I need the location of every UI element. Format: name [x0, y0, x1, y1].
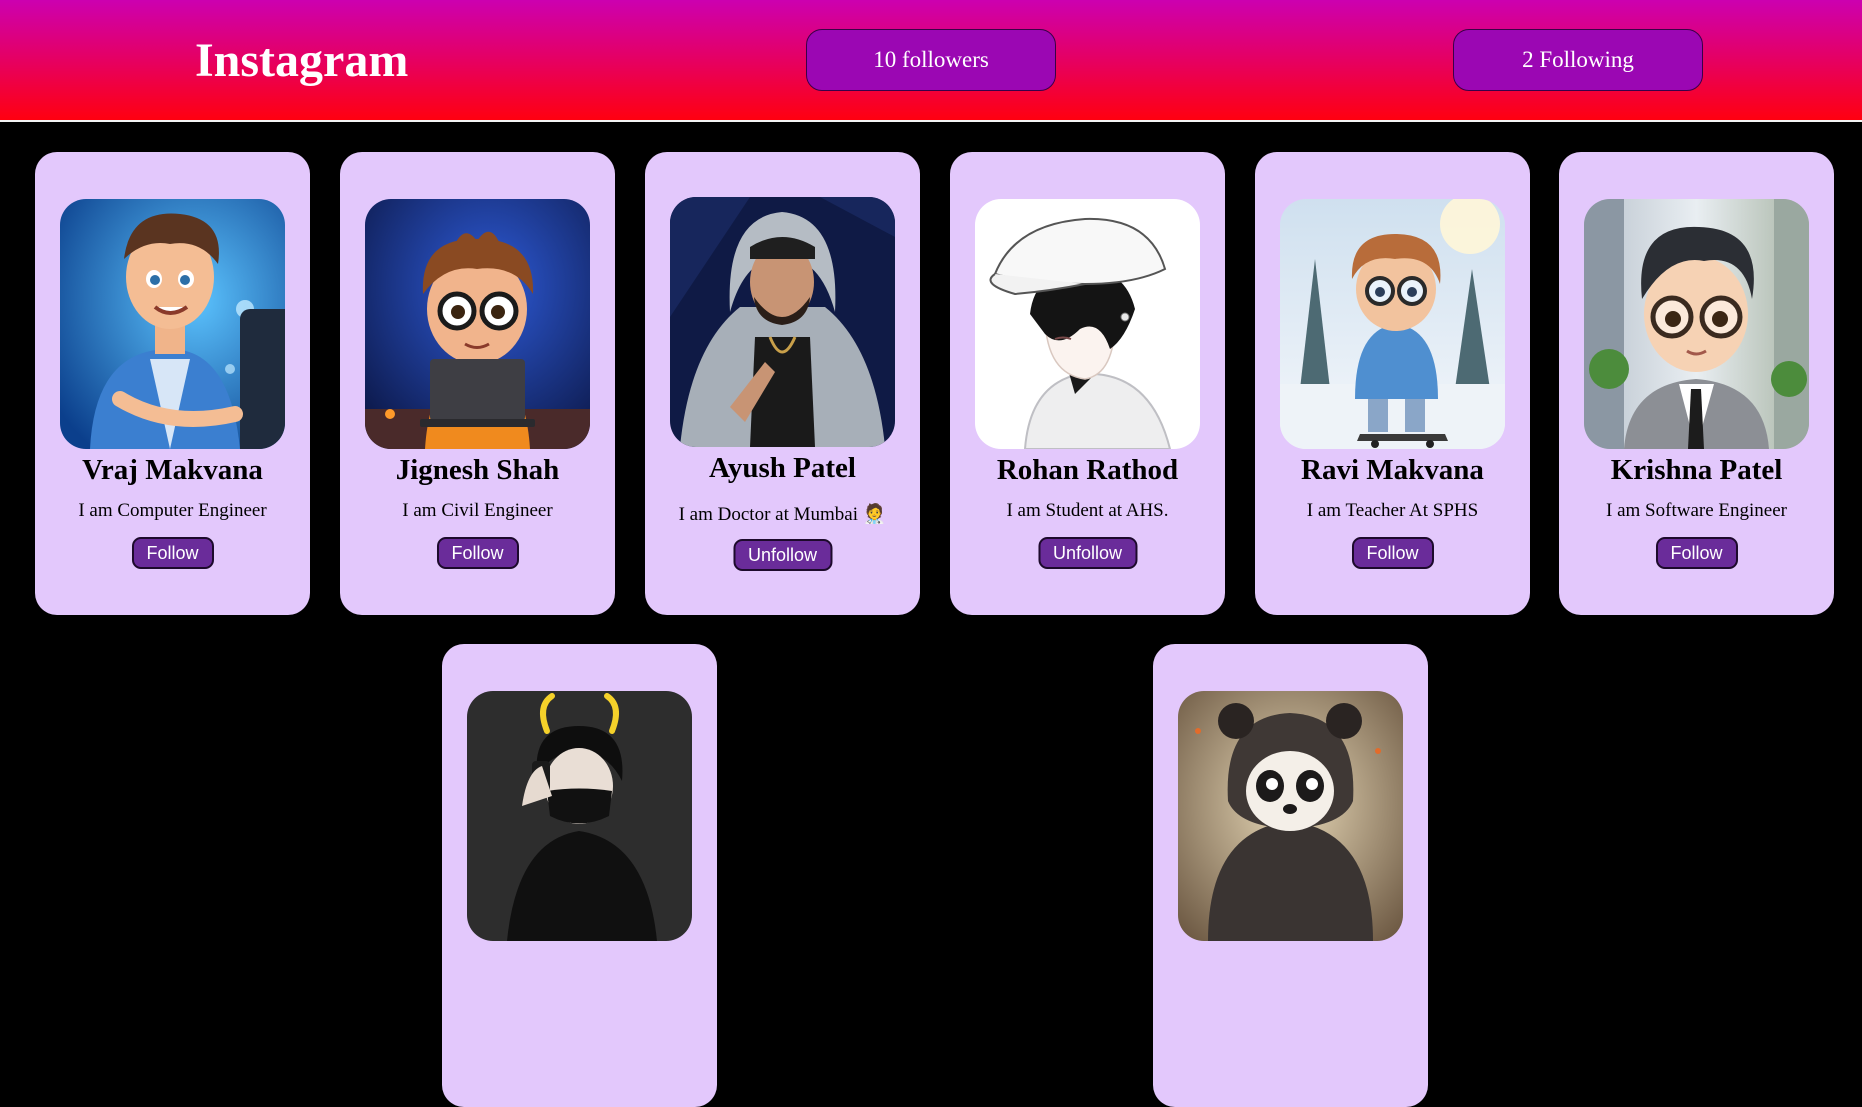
profile-card: Rohan Rathod I am Student at AHS. Unfoll…	[950, 152, 1225, 615]
profile-name: Vraj Makvana	[82, 454, 263, 486]
profile-bio: I am Doctor at Mumbai 🧑‍⚕️	[678, 504, 887, 525]
profile-bio: I am Software Engineer	[1606, 500, 1787, 521]
follow-button[interactable]: Follow	[436, 537, 519, 569]
follow-button[interactable]: Follow	[131, 537, 214, 569]
profile-avatar	[1584, 199, 1809, 449]
anime-boy-white-cap-avatar	[975, 199, 1200, 449]
profile-avatar	[670, 197, 895, 447]
profile-bio: I am Civil Engineer	[402, 500, 553, 521]
profile-avatar	[60, 199, 285, 449]
profile-bio: I am Student at AHS.	[1006, 500, 1169, 521]
cartoon-boy-suit-glasses-avatar	[1584, 199, 1809, 449]
profile-avatar	[365, 199, 590, 449]
follow-button[interactable]: Follow	[1351, 537, 1434, 569]
profile-card: Ayush Patel I am Doctor at Mumbai 🧑‍⚕️ U…	[645, 152, 920, 615]
profile-avatar	[1178, 691, 1403, 941]
cartoon-man-laptop-avatar	[60, 199, 285, 449]
profile-card: Vraj Makvana I am Computer Engineer Foll…	[35, 152, 310, 615]
profile-name: Rohan Rathod	[996, 454, 1179, 486]
followers-count-button[interactable]: 10 followers	[806, 29, 1056, 91]
profile-card	[1153, 644, 1428, 1107]
unfollow-button[interactable]: Unfollow	[1037, 537, 1138, 569]
cartoon-panda-hoodie-avatar	[1178, 691, 1403, 941]
man-grey-hoodie-cap-avatar	[670, 197, 895, 447]
unfollow-button[interactable]: Unfollow	[732, 539, 833, 571]
anime-boy-horns-mask-avatar	[467, 691, 692, 941]
follow-button[interactable]: Follow	[1655, 537, 1738, 569]
profile-card: Ravi Makvana I am Teacher At SPHS Follow	[1255, 152, 1530, 615]
profile-name: Ayush Patel	[709, 452, 856, 484]
profile-bio: I am Computer Engineer	[78, 500, 267, 521]
profile-card: Krishna Patel I am Software Engineer Fol…	[1559, 152, 1834, 615]
profile-name: Krishna Patel	[1610, 454, 1783, 486]
app-logo-title: Instagram	[195, 34, 409, 87]
profile-avatar	[467, 691, 692, 941]
profile-name: Jignesh Shah	[395, 454, 560, 486]
cartoon-boy-glasses-laptop-avatar	[365, 199, 590, 449]
profile-avatar	[975, 199, 1200, 449]
profile-bio: I am Teacher At SPHS	[1306, 500, 1479, 521]
profile-card	[442, 644, 717, 1107]
profile-avatar	[1280, 199, 1505, 449]
profile-name: Ravi Makvana	[1301, 454, 1484, 486]
cartoon-boy-skateboard-snow-avatar	[1280, 199, 1505, 449]
following-count-button[interactable]: 2 Following	[1453, 29, 1703, 91]
profile-card: Jignesh Shah I am Civil Engineer Follow	[340, 152, 615, 615]
top-navbar: Instagram 10 followers 2 Following	[0, 0, 1862, 122]
